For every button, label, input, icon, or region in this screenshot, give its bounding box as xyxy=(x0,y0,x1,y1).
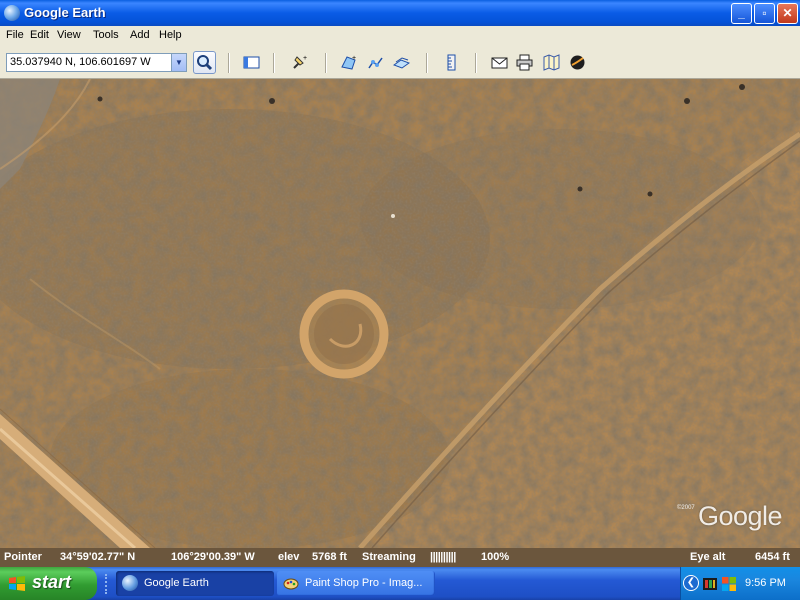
search-button[interactable] xyxy=(193,51,216,74)
eye-alt-label: Eye alt xyxy=(690,551,726,563)
email-icon[interactable] xyxy=(491,54,508,71)
pointer-longitude: 106°29'00.39" W xyxy=(171,551,255,563)
search-input[interactable]: 35.037940 N, 106.601697 W ▼ xyxy=(6,53,187,72)
toolbar-separator xyxy=(228,53,230,73)
elevation-value: 5768 ft xyxy=(312,551,347,563)
paint-shop-pro-icon xyxy=(283,578,299,590)
start-label: start xyxy=(32,572,72,592)
pointer-label: Pointer xyxy=(4,551,42,563)
eye-alt-value: 6454 ft xyxy=(755,551,790,563)
google-earth-icon xyxy=(122,575,138,591)
ruler-icon[interactable] xyxy=(443,54,460,71)
start-button[interactable]: start xyxy=(0,567,97,600)
google-watermark: Google xyxy=(698,501,783,531)
google-maps-icon[interactable] xyxy=(543,54,560,71)
polygon-icon[interactable]: + xyxy=(340,54,357,71)
menu-add[interactable]: Add xyxy=(130,29,150,41)
svg-text:+: + xyxy=(303,55,307,62)
image-overlay-icon[interactable] xyxy=(393,54,410,71)
window-title: Google Earth xyxy=(24,5,106,20)
streaming-progress-bar: |||||||||| xyxy=(430,551,456,563)
toolbar-separator xyxy=(325,53,327,73)
menu-bar: File Edit View Tools Add Help xyxy=(0,26,800,46)
tray-app-icon[interactable] xyxy=(702,576,718,592)
menu-file[interactable]: File xyxy=(6,29,24,41)
path-icon[interactable] xyxy=(367,54,384,71)
map-view[interactable]: ©2007 Google xyxy=(0,79,800,548)
taskbar-grip xyxy=(105,574,109,594)
pointer-latitude: 34°59'02.77" N xyxy=(60,551,136,563)
menu-edit[interactable]: Edit xyxy=(30,29,49,41)
system-tray: ❮ 9:56 PM xyxy=(680,567,800,600)
sidebar-icon[interactable] xyxy=(243,54,260,71)
task-button-google-earth[interactable]: Google Earth xyxy=(116,571,274,596)
windows-flag-tray-icon[interactable] xyxy=(721,576,737,592)
clock[interactable]: 9:56 PM xyxy=(745,577,786,589)
chevron-left-icon[interactable]: ❮ xyxy=(683,575,699,591)
streaming-percent: 100% xyxy=(481,551,510,563)
toolbar-separator xyxy=(475,53,477,73)
menu-tools[interactable]: Tools xyxy=(93,29,119,41)
elevation-label: elev xyxy=(278,551,300,563)
maximize-button[interactable]: ▫ xyxy=(754,3,775,24)
close-button[interactable]: ✕ xyxy=(777,3,798,24)
placemark-icon[interactable]: + xyxy=(291,54,308,71)
status-bar: Pointer 34°59'02.77" N 106°29'00.39" W e… xyxy=(0,548,800,567)
google-earth-icon xyxy=(4,5,20,21)
print-icon[interactable] xyxy=(516,54,533,71)
svg-text:+: + xyxy=(352,55,356,62)
toolbar-separator xyxy=(273,53,275,73)
satellite-imagery xyxy=(0,79,800,548)
task-button-paint-shop-pro[interactable]: Paint Shop Pro - Imag... xyxy=(277,571,435,596)
task-label: Paint Shop Pro - Imag... xyxy=(305,577,423,589)
search-icon xyxy=(197,55,213,71)
taskbar: start Google Earth Paint Shop Pro - Imag… xyxy=(0,567,800,600)
title-bar[interactable]: Google Earth _ ▫ ✕ xyxy=(0,0,800,26)
streaming-label: Streaming xyxy=(362,551,416,563)
sky-icon[interactable] xyxy=(569,54,586,71)
toolbar-separator xyxy=(426,53,428,73)
toolbar: 35.037940 N, 106.601697 W ▼ + + xyxy=(0,46,800,79)
chevron-down-icon[interactable]: ▼ xyxy=(171,54,186,71)
minimize-button[interactable]: _ xyxy=(731,3,752,24)
task-label: Google Earth xyxy=(144,577,209,589)
windows-logo-icon xyxy=(9,576,25,591)
menu-view[interactable]: View xyxy=(57,29,81,41)
menu-help[interactable]: Help xyxy=(159,29,182,41)
search-input-value: 35.037940 N, 106.601697 W xyxy=(10,56,151,68)
copyright-year: ©2007 xyxy=(677,505,695,511)
